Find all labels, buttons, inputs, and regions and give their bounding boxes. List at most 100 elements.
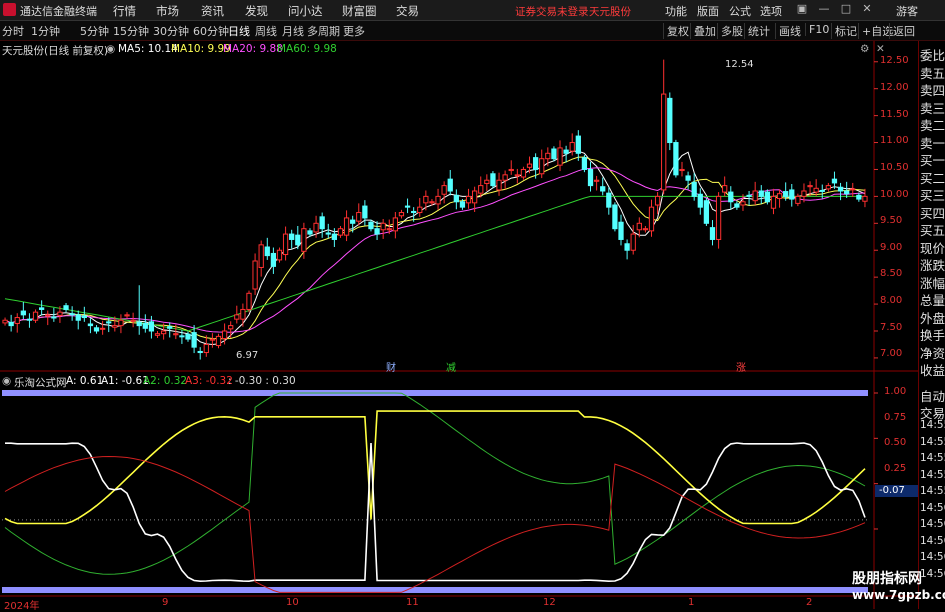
menu-item-layout[interactable]: 版面 xyxy=(697,3,719,19)
candle-body xyxy=(801,190,807,197)
period-multi[interactable]: 多周期 xyxy=(307,23,340,39)
candle-body xyxy=(221,330,228,340)
indicator-tick: 1.00 xyxy=(884,386,907,397)
candle-body xyxy=(636,222,642,231)
candle-body xyxy=(337,228,344,236)
candle-body xyxy=(776,193,783,200)
candle-body xyxy=(75,314,81,321)
period-5min[interactable]: 5分钟 xyxy=(80,23,109,39)
indicator-toggle-icon[interactable]: ◉ xyxy=(2,375,11,387)
candle-body xyxy=(624,243,630,251)
event-reduce-marker[interactable]: 减 xyxy=(446,359,456,374)
toolbar-back[interactable]: 返回 xyxy=(889,23,918,39)
candle-body xyxy=(112,325,118,328)
candle-body xyxy=(551,148,557,160)
period-daily[interactable]: 日线 xyxy=(228,23,250,39)
indicator-a3-line xyxy=(4,455,866,593)
menu-item-trade[interactable]: 交易 xyxy=(396,3,419,19)
candle-body xyxy=(697,193,703,208)
candle-body xyxy=(844,190,850,195)
legend-toggle-icon[interactable]: ◉ xyxy=(106,43,115,55)
side-item: 收益 xyxy=(920,363,945,378)
candle-body xyxy=(234,314,240,320)
candle-body xyxy=(258,244,264,268)
quote-side-panel: 委比 卖五 卖四 卖三 卖二 卖一 买一 买二 买三 买四 买五 现价 涨跌 涨幅 总量 外盘 换手 净资 收益 自动… xyxy=(918,41,945,609)
candle-body xyxy=(679,168,685,172)
candle-body xyxy=(593,179,600,182)
price-tick: 8.50 xyxy=(880,268,903,279)
toolbar-multi-stock[interactable]: 多股 xyxy=(717,23,746,39)
period-intraday[interactable]: 分时 xyxy=(2,23,24,39)
maximize-icon[interactable]: □ xyxy=(839,2,853,16)
candle-body xyxy=(569,142,575,152)
toolbar-f10[interactable]: F10 xyxy=(805,23,832,36)
login-warning[interactable]: 证券交易未登录 xyxy=(515,4,589,19)
menu-item-market[interactable]: 市场 xyxy=(156,3,179,19)
menu-item-formula[interactable]: 公式 xyxy=(729,3,751,19)
candles xyxy=(2,59,868,360)
toolbar-drawing[interactable]: 画线 xyxy=(775,23,804,39)
indicator-current-tag: -0.07 xyxy=(875,485,921,497)
menu-item-discover[interactable]: 发现 xyxy=(245,3,268,19)
candle-body xyxy=(606,192,612,208)
candle-body xyxy=(203,343,209,354)
candle-body xyxy=(490,173,496,187)
candle-body xyxy=(648,206,655,232)
minimize-icon[interactable]: — xyxy=(817,2,831,16)
candle-body xyxy=(837,186,844,192)
price-tick: 9.00 xyxy=(880,242,903,253)
indicator-a3: A3: -0.32 xyxy=(185,375,233,387)
settings-icon[interactable]: ⚙ xyxy=(860,43,869,55)
indicator-tick: 0.25 xyxy=(884,463,907,474)
menu-item-wealth[interactable]: 财富圈 xyxy=(342,3,377,19)
menu-item-options[interactable]: 选项 xyxy=(760,3,782,19)
candle-body xyxy=(380,222,386,231)
event-limit-up-marker[interactable]: 涨 xyxy=(736,359,746,374)
side-item: 卖二 xyxy=(920,118,945,133)
period-monthly[interactable]: 月线 xyxy=(282,23,304,39)
candle-body xyxy=(807,185,813,188)
candle-body xyxy=(423,195,429,204)
toolbar-overlay[interactable]: 叠加 xyxy=(690,23,719,39)
toolbar-statistics[interactable]: 统计 xyxy=(744,23,773,39)
price-tick: 11.00 xyxy=(880,135,909,146)
toolbar-adjust[interactable]: 复权 xyxy=(663,23,692,39)
user-label[interactable]: 游客 xyxy=(896,3,918,19)
candle-body xyxy=(148,321,155,332)
candle-body xyxy=(142,322,148,329)
side-item: 外盘 xyxy=(920,310,945,326)
period-60min[interactable]: 60分钟 xyxy=(193,23,229,39)
panel-close-icon[interactable]: ✕ xyxy=(876,43,885,55)
side-item: 卖三 xyxy=(920,100,945,116)
kline-chart[interactable] xyxy=(0,41,918,609)
candle-body xyxy=(691,181,697,197)
period-30min[interactable]: 30分钟 xyxy=(153,23,189,39)
candle-body xyxy=(331,233,338,240)
price-tick: 10.50 xyxy=(880,162,909,173)
indicator-panel xyxy=(2,390,878,593)
period-15min[interactable]: 15分钟 xyxy=(113,23,149,39)
close-icon[interactable]: ✕ xyxy=(860,2,874,16)
menu-item-quotes[interactable]: 行情 xyxy=(113,3,136,19)
menu-item-assistant[interactable]: 问小达 xyxy=(288,3,323,19)
toolbar-mark[interactable]: 标记 xyxy=(831,23,860,39)
chat-icon[interactable]: ▣ xyxy=(795,2,809,16)
period-1min[interactable]: 1分钟 xyxy=(31,23,60,39)
side-item: 14:55 xyxy=(920,485,945,497)
candle-body xyxy=(26,318,33,321)
side-item: 换手 xyxy=(920,328,945,343)
period-weekly[interactable]: 周线 xyxy=(255,23,277,39)
candle-body xyxy=(642,228,649,231)
candle-body xyxy=(472,190,478,204)
candle-body xyxy=(404,205,411,208)
candle-body xyxy=(502,174,508,181)
candle-body xyxy=(246,292,252,310)
side-item: 14:55 xyxy=(920,419,945,431)
menu-item-function[interactable]: 功能 xyxy=(665,3,687,19)
period-more[interactable]: 更多 xyxy=(343,23,365,39)
candle-body xyxy=(319,216,325,230)
menu-item-news[interactable]: 资讯 xyxy=(201,3,224,19)
menu-bar: 通达信金融终端 行情 市场 资讯 发现 问小达 财富圈 交易 证券交易未登录 天… xyxy=(0,0,945,21)
side-item: 买四 xyxy=(920,205,945,221)
event-finance-marker[interactable]: 财 xyxy=(386,359,396,374)
